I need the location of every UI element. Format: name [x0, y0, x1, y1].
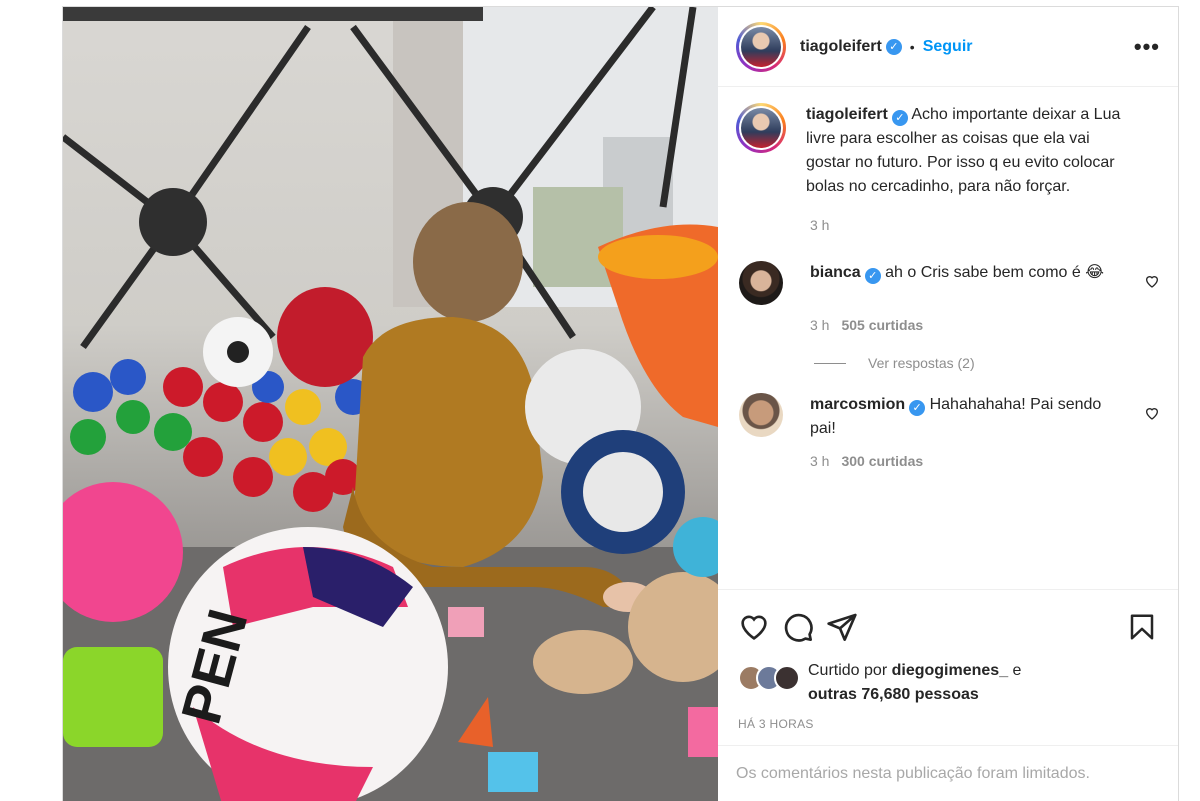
comment-text: ah o Cris sabe bem como é 😂	[885, 264, 1104, 281]
likes-prefix: Curtido por	[808, 662, 888, 679]
caption: tiagoleifert ✓ Acho importante deixar a L…	[736, 103, 1160, 199]
comment-meta: 3 h 505 curtidas	[810, 317, 1160, 333]
comment-button[interactable]	[780, 609, 816, 645]
commenter-username[interactable]: bianca	[810, 264, 861, 281]
likes-user[interactable]: diegogimenes_	[892, 662, 1008, 679]
commenter-avatar[interactable]	[739, 261, 783, 305]
comment-item: bianca ✓ ah o Cris sabe bem como é 😂	[736, 261, 1160, 305]
commenter-avatar[interactable]	[739, 393, 783, 437]
instagram-post-modal: PEN tiagoleifert ✓ • Seguir ••• tiagolei…	[62, 6, 1179, 801]
view-replies-button[interactable]: Ver respostas (2)	[814, 355, 1160, 371]
liker-avatar	[774, 665, 800, 691]
verified-icon: ✓	[864, 268, 881, 284]
heart-icon	[741, 614, 767, 640]
caption-meta: 3 h	[810, 217, 1160, 233]
verified-icon: ✓	[885, 38, 902, 55]
share-icon	[827, 613, 857, 641]
comment-heart-icon[interactable]	[1144, 405, 1160, 421]
more-icon[interactable]: •••	[1134, 34, 1160, 60]
author-username[interactable]: tiagoleifert	[800, 38, 882, 56]
comment-meta: 3 h 300 curtidas	[810, 453, 1160, 469]
comments-limited-notice: Os comentários nesta publicação foram li…	[718, 745, 1178, 801]
post-timestamp[interactable]: HÁ 3 HORAS	[718, 717, 1178, 745]
follow-button[interactable]: Seguir	[923, 38, 973, 56]
comment-icon	[784, 613, 813, 642]
likes-connector: e	[1012, 662, 1022, 679]
likes-others[interactable]: outras 76,680 pessoas	[808, 686, 979, 703]
likes-summary: Curtido por diegogimenes_ e outras 76,68…	[718, 662, 1178, 717]
verified-icon: ✓	[909, 400, 926, 416]
share-button[interactable]	[824, 609, 860, 645]
post-header: tiagoleifert ✓ • Seguir •••	[718, 7, 1178, 87]
replies-line	[814, 362, 846, 364]
comment-time[interactable]: 3 h	[810, 453, 829, 469]
comment-heart-icon[interactable]	[1144, 273, 1160, 289]
post-photo[interactable]: PEN	[63, 7, 718, 801]
comment-likes[interactable]: 505 curtidas	[841, 317, 923, 333]
separator-dot: •	[909, 38, 915, 55]
verified-icon: ✓	[891, 110, 908, 126]
action-bar	[718, 589, 1178, 663]
comment-likes[interactable]: 300 curtidas	[841, 453, 923, 469]
caption-time[interactable]: 3 h	[810, 217, 829, 233]
author-avatar[interactable]	[736, 21, 786, 72]
post-side-panel: tiagoleifert ✓ • Seguir ••• tiagoleifert…	[718, 7, 1178, 801]
save-button[interactable]	[1124, 609, 1160, 645]
comment-item: marcosmion ✓ Hahahahaha! Pai sendo pai!	[736, 393, 1160, 441]
caption-username[interactable]: tiagoleifert	[806, 106, 888, 123]
comments-list[interactable]: tiagoleifert ✓ Acho importante deixar a L…	[718, 87, 1178, 589]
liker-avatars[interactable]	[738, 665, 800, 691]
commenter-username[interactable]: marcosmion	[810, 396, 905, 413]
view-replies-label: Ver respostas (2)	[868, 355, 975, 371]
caption-avatar[interactable]	[736, 103, 786, 153]
comment-time[interactable]: 3 h	[810, 317, 829, 333]
bookmark-icon	[1130, 614, 1154, 639]
photo-illustration: PEN	[63, 7, 718, 801]
like-button[interactable]	[736, 609, 772, 645]
